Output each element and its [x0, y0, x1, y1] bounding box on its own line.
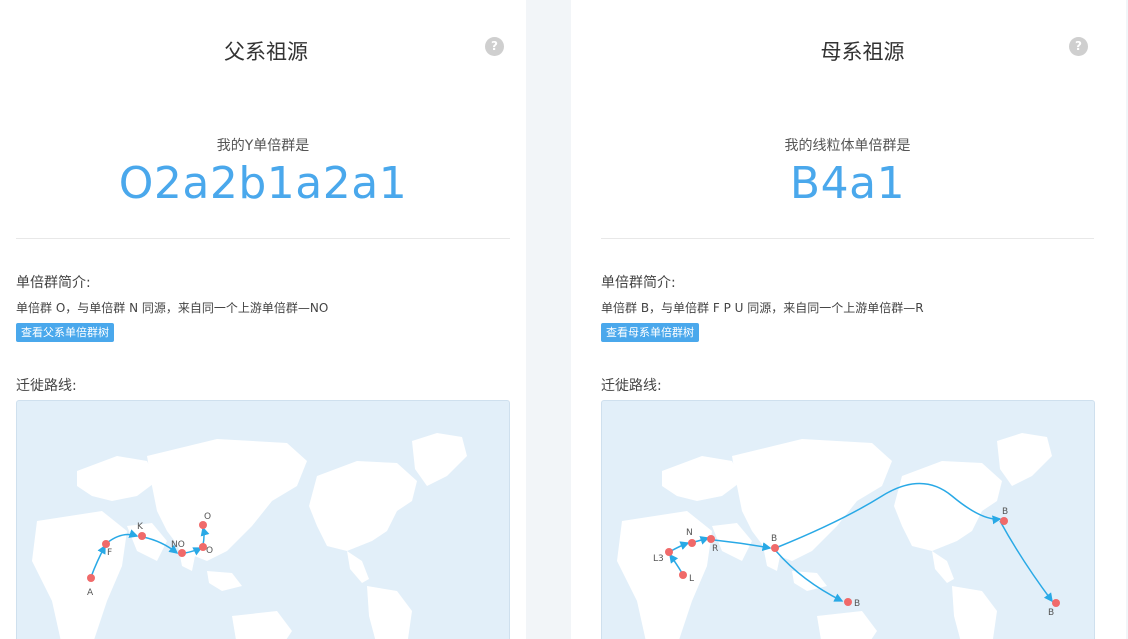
- migration-map: A F K NO O O: [16, 400, 510, 639]
- point-k: [138, 532, 146, 540]
- label-r: R: [712, 544, 718, 554]
- haplogroup-value: O2a2b1a2a1: [118, 158, 408, 209]
- help-icon[interactable]: ?: [485, 37, 504, 56]
- label-a: A: [87, 588, 94, 598]
- route-label: 迁徙路线:: [16, 378, 77, 394]
- haplogroup-subtitle: 我的Y单倍群是: [216, 138, 310, 154]
- card-title: 父系祖源: [224, 40, 308, 64]
- maternal-card: 母系祖源 ? 我的线粒体单倍群是 B4a1 单倍群简介: 单倍群 B，与单倍群 …: [571, 0, 1126, 639]
- help-icon[interactable]: ?: [1069, 37, 1088, 56]
- point-n: [688, 539, 696, 547]
- point-b-1: [771, 544, 779, 552]
- world-map-svg: L L3 N R B B B B: [617, 433, 1060, 639]
- label-f: F: [107, 548, 112, 558]
- label-b-4: B: [854, 599, 860, 609]
- label-no: NO: [171, 540, 185, 550]
- label-l3: L3: [653, 554, 664, 564]
- label-o-1: O: [206, 546, 213, 556]
- point-no: [178, 549, 186, 557]
- card-title: 母系祖源: [820, 40, 905, 64]
- label-b-2: B: [1002, 507, 1008, 517]
- point-b-2: [1000, 517, 1008, 525]
- view-tree-button[interactable]: 查看父系单倍群树: [16, 323, 114, 342]
- intro-text: 单倍群 O，与单倍群 N 同源，来自同一个上游单倍群—NO: [16, 301, 329, 315]
- view-tree-button[interactable]: 查看母系单倍群树: [601, 323, 699, 342]
- point-o-2: [199, 521, 207, 529]
- divider: [601, 238, 1094, 239]
- label-n: N: [686, 528, 693, 538]
- route-label: 迁徙路线:: [601, 378, 662, 394]
- land-masses: [32, 433, 467, 639]
- point-b-4: [844, 598, 852, 606]
- intro-label: 单倍群简介:: [601, 275, 676, 291]
- label-b-3: B: [1048, 608, 1054, 618]
- point-b-3: [1052, 599, 1060, 607]
- intro-label: 单倍群简介:: [16, 275, 91, 291]
- intro-text: 单倍群 B，与单倍群 F P U 同源，来自同一个上游单倍群—R: [601, 301, 924, 315]
- point-r: [707, 535, 715, 543]
- point-l3: [665, 548, 673, 556]
- haplogroup-value: B4a1: [789, 158, 906, 209]
- divider: [16, 238, 510, 239]
- point-labels: L L3 N R B B B B: [653, 507, 1054, 618]
- point-f: [102, 540, 110, 548]
- haplogroup-subtitle: 我的线粒体单倍群是: [784, 138, 911, 154]
- world-map-svg: A F K NO O O: [32, 433, 467, 639]
- point-l: [679, 571, 687, 579]
- point-a: [87, 574, 95, 582]
- migration-map: L L3 N R B B B B: [601, 400, 1095, 639]
- label-l: L: [689, 574, 694, 584]
- land-masses: [617, 433, 1052, 639]
- label-o-2: O: [204, 512, 211, 522]
- paternal-card: 父系祖源 ? 我的Y单倍群是 O2a2b1a2a1 单倍群简介: 单倍群 O，与…: [0, 0, 526, 639]
- label-b-1: B: [771, 534, 777, 544]
